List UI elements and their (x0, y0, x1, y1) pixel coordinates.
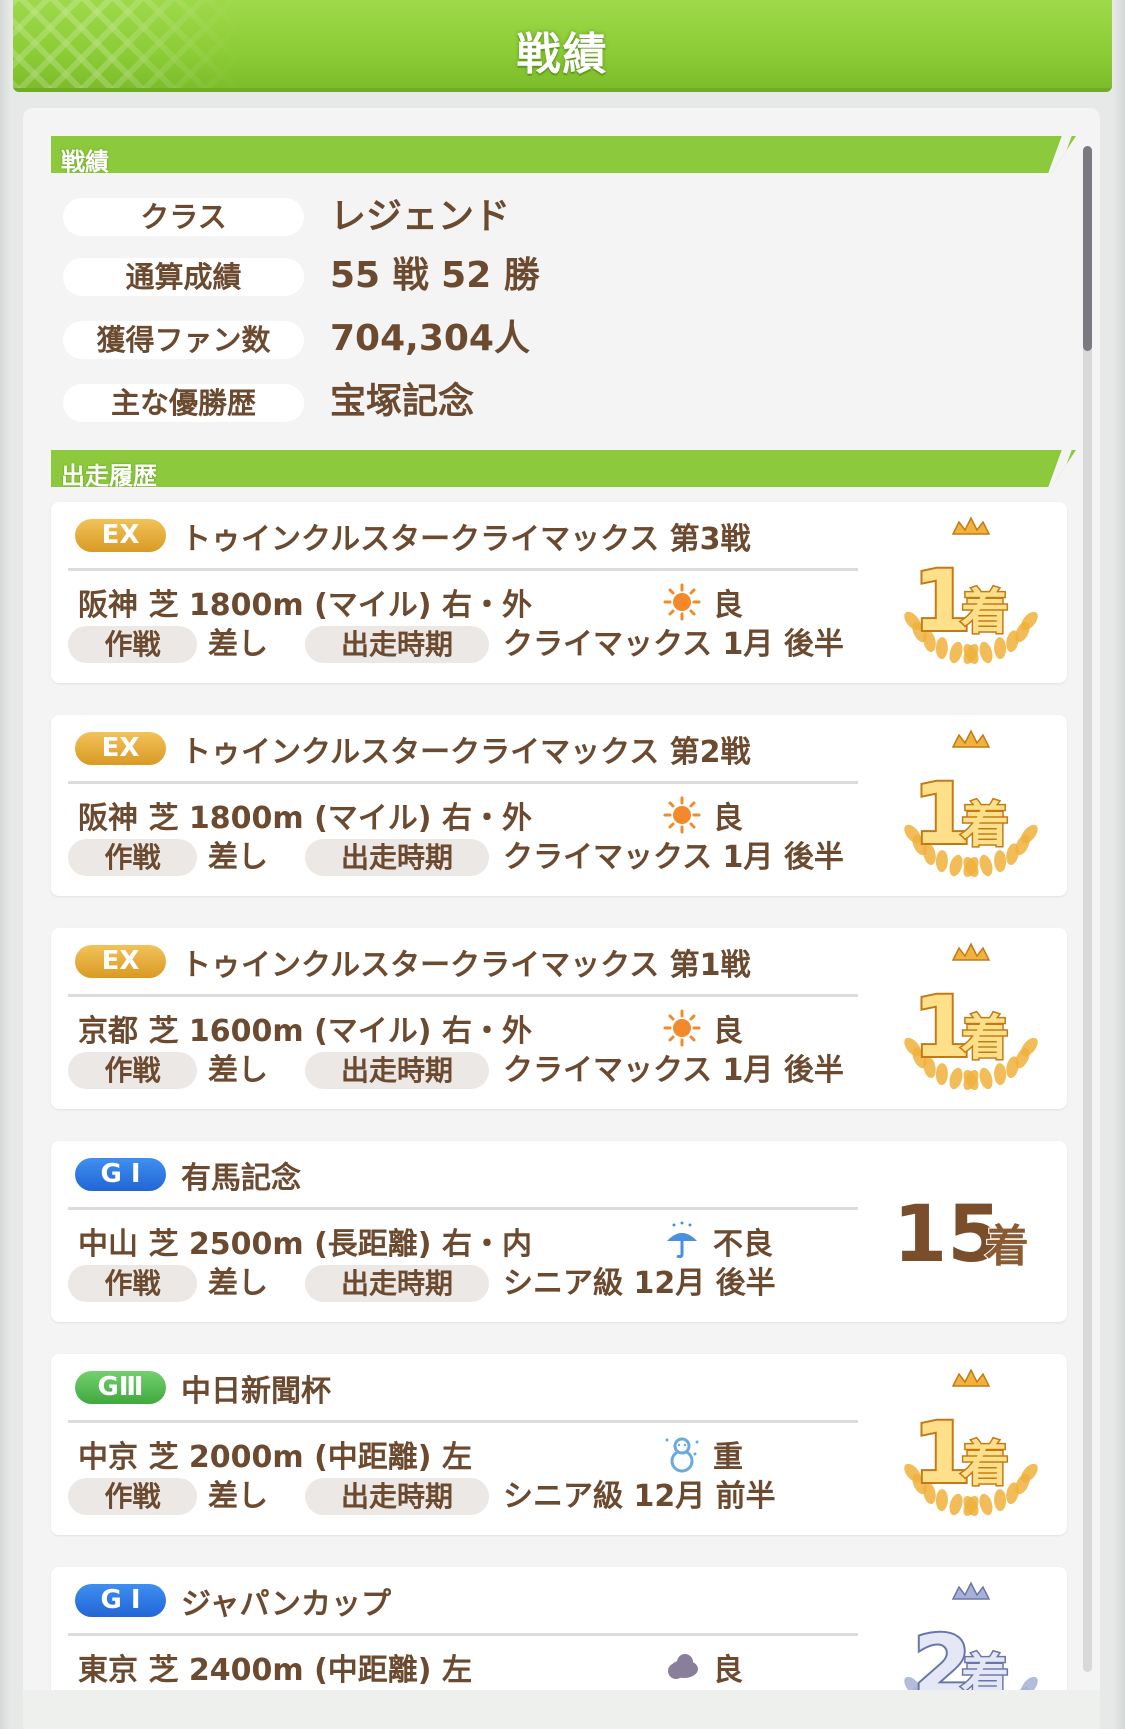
grade-badge: G I (75, 1158, 166, 1191)
race-name: 中日新聞杯 (181, 1374, 331, 1409)
track-condition: 良 (713, 1653, 743, 1688)
race-card[interactable]: GⅢ 中日新聞杯中京 芝 2000m (中距離) 左 重作戦 差し 出走時期 シニア級 1… (51, 1354, 1067, 1535)
placement-badge: 1着 (891, 725, 1051, 885)
period-value: クライマックス 1月 後半 (503, 840, 844, 875)
page-title: 戦績 (516, 29, 609, 80)
crown-icon (951, 1581, 991, 1600)
race-name: 有馬記念 (181, 1161, 301, 1196)
grade-badge: EX (75, 519, 166, 552)
strategy-value: 差し (208, 1053, 268, 1088)
major-wins-label: 主な優勝歴 (63, 384, 304, 422)
race-card[interactable]: EX トゥインクルスタークライマックス 第1戦京都 芝 1600m (マイル) 右… (51, 928, 1067, 1109)
divider (68, 1207, 858, 1210)
sunny-icon (662, 582, 702, 622)
fans-label: 獲得ファン数 (63, 321, 304, 359)
screen: { "header": {"title": "戦績"}, "summary": … (0, 0, 1125, 1729)
track-info: 阪神 芝 1800m (マイル) 右・外 (78, 801, 532, 836)
crown-icon (951, 729, 991, 748)
grade-badge: G I (75, 1584, 166, 1617)
placement-badge: 1着 (891, 938, 1051, 1098)
race-card[interactable]: EX トゥインクルスタークライマックス 第2戦阪神 芝 1800m (マイル) 右… (51, 715, 1067, 896)
strategy-value: 差し (208, 627, 268, 662)
race-card[interactable]: EX トゥインクルスタークライマックス 第3戦阪神 芝 1800m (マイル) 右… (51, 502, 1067, 683)
race-name: トゥインクルスタークライマックス 第3戦 (181, 522, 751, 557)
period-value: シニア級 12月 後半 (503, 1266, 776, 1301)
major-wins-value: 宝塚記念 (330, 381, 475, 422)
placement-badge: 15 着 (892, 1181, 1063, 1282)
scrollbar-track[interactable] (1083, 146, 1092, 1672)
crown-icon (951, 1368, 991, 1387)
sunny-icon (662, 795, 702, 835)
grade-badge: EX (75, 732, 166, 765)
strategy-value: 差し (208, 1266, 268, 1301)
strategy-label: 作戦 (68, 839, 197, 876)
strategy-value: 差し (208, 1479, 268, 1514)
scrollbar-thumb[interactable] (1083, 146, 1092, 351)
total-record-value: 55 戦 52 勝 (330, 255, 540, 296)
cloudy-icon (662, 1647, 702, 1687)
place-suffix: 着 (985, 1221, 1029, 1272)
grade-badge: EX (75, 945, 166, 978)
sunny-icon (662, 1008, 702, 1048)
divider (68, 994, 858, 997)
placement-badge: 1着 (891, 1364, 1051, 1524)
divider (68, 1633, 858, 1636)
place-suffix: 着 (960, 1010, 1009, 1066)
strategy-label: 作戦 (68, 1478, 197, 1515)
race-name: トゥインクルスタークライマックス 第1戦 (181, 948, 751, 983)
snow-icon (662, 1434, 702, 1474)
place-suffix: 着 (960, 1436, 1009, 1492)
race-card[interactable]: G I 有馬記念中山 芝 2500m (長距離) 右・内 不良作戦 差し 出走時期 シニア… (51, 1141, 1067, 1322)
period-label: 出走時期 (305, 1265, 489, 1302)
strategy-label: 作戦 (68, 626, 197, 663)
class-label: クラス (63, 198, 304, 236)
track-condition: 良 (713, 588, 743, 623)
track-info: 阪神 芝 1800m (マイル) 右・外 (78, 588, 532, 623)
rain-icon (662, 1221, 702, 1261)
track-info: 中山 芝 2500m (長距離) 右・内 (78, 1227, 532, 1262)
place-suffix: 着 (960, 584, 1009, 640)
track-condition: 良 (713, 1014, 743, 1049)
title-bar: 戦績 (13, 0, 1112, 92)
track-condition: 重 (713, 1440, 743, 1475)
section-header-record: 戦績 (51, 136, 1076, 173)
place-suffix: 着 (960, 797, 1009, 853)
strategy-label: 作戦 (68, 1052, 197, 1089)
period-label: 出走時期 (305, 839, 489, 876)
period-value: クライマックス 1月 後半 (503, 627, 844, 662)
class-value: レジェンド (330, 196, 511, 237)
race-name: トゥインクルスタークライマックス 第2戦 (181, 735, 751, 770)
section-header-history: 出走履歴 (51, 450, 1076, 487)
section-label: 出走履歴 (61, 462, 157, 490)
placement-badge: 1着 (891, 512, 1051, 672)
strategy-value: 差し (208, 840, 268, 875)
period-value: クライマックス 1月 後半 (503, 1053, 844, 1088)
track-condition: 良 (713, 801, 743, 836)
track-condition: 不良 (713, 1227, 773, 1262)
divider (68, 1420, 858, 1423)
fans-value: 704,304人 (330, 318, 530, 359)
section-label: 戦績 (61, 148, 109, 176)
divider (68, 781, 858, 784)
crown-icon (951, 942, 991, 961)
divider (68, 568, 858, 571)
period-label: 出走時期 (305, 626, 489, 663)
period-label: 出走時期 (305, 1052, 489, 1089)
grade-badge: GⅢ (75, 1371, 166, 1404)
race-name: ジャパンカップ (181, 1587, 391, 1622)
track-info: 京都 芝 1600m (マイル) 右・外 (78, 1014, 532, 1049)
bottom-edge (23, 1690, 1100, 1729)
strategy-label: 作戦 (68, 1265, 197, 1302)
period-value: シニア級 12月 前半 (503, 1479, 776, 1514)
track-info: 東京 芝 2400m (中距離) 左 (78, 1653, 472, 1688)
total-record-label: 通算成績 (63, 258, 304, 296)
track-info: 中京 芝 2000m (中距離) 左 (78, 1440, 472, 1475)
crown-icon (951, 516, 991, 535)
period-label: 出走時期 (305, 1478, 489, 1515)
